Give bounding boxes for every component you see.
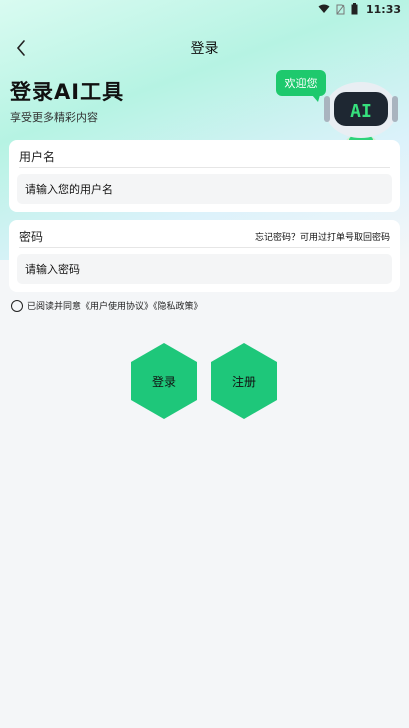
no-sim-icon [336,4,345,14]
password-label: 密码 [19,230,44,244]
battery-icon [351,3,358,15]
chevron-left-icon[interactable] [10,36,34,60]
username-divider [19,167,390,168]
navigation-bar: 登录 [0,30,409,66]
status-bar: 11:33 [0,0,409,18]
status-time: 11:33 [365,2,401,16]
username-input[interactable] [17,174,392,204]
login-button[interactable]: 登录 [131,343,197,419]
page-title: 登录 [190,41,219,57]
hero-headline: 登录AI工具 [10,80,125,104]
robot-screen-text: AI [350,101,372,122]
hero-subheadline: 享受更多精彩内容 [10,111,98,124]
register-button[interactable]: 注册 [211,343,277,419]
agreement-row: 已阅读并同意《用户使用协议》《隐私政策》 [11,299,203,312]
agreement-checkbox[interactable] [11,299,23,312]
password-card: 密码 忘记密码？可用过打单号取回密码 [9,220,400,292]
forgot-password-link[interactable]: 忘记密码？可用过打单号取回密码 [255,230,390,243]
username-label: 用户名 [19,150,56,164]
wifi-icon [318,4,330,13]
username-card: 用户名 [9,140,400,212]
agreement-text[interactable]: 已阅读并同意《用户使用协议》《隐私政策》 [27,299,203,312]
password-divider [19,247,390,248]
password-input[interactable] [17,254,392,284]
